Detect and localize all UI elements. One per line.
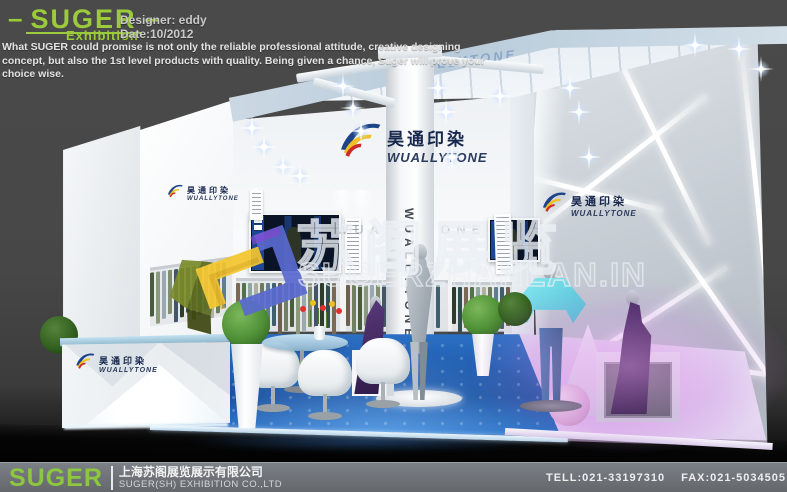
light-flare <box>726 36 752 62</box>
tel-label: TELL:021-33197310 <box>546 472 665 484</box>
light-flare <box>576 144 602 170</box>
footer-bar: SUGER 上海苏阁展览展示有限公司 SUGER(SH) EXHIBITION … <box>0 462 787 492</box>
light-flare <box>682 32 708 58</box>
ceiling-lights <box>0 0 787 492</box>
light-flare <box>348 118 374 144</box>
light-flare <box>487 83 513 109</box>
light-flare <box>251 134 277 160</box>
light-flare <box>566 99 592 125</box>
light-flare <box>270 154 296 180</box>
light-flare <box>433 99 459 125</box>
presentation-board: WUALLYTONE 昊通印染 WUALLYTONE <box>0 0 787 492</box>
light-flare <box>330 73 356 99</box>
light-flare <box>239 115 265 141</box>
fax-label: FAX:021-5034505 <box>681 472 786 484</box>
booth-render: WUALLYTONE 昊通印染 WUALLYTONE <box>0 0 787 492</box>
light-flare <box>340 95 366 121</box>
footer-contact: TELL:021-33197310 FAX:021-5034505 <box>546 472 786 484</box>
footer-company: 上海苏阁展览展示有限公司 SUGER(SH) EXHIBITION CO.,LT… <box>119 466 282 490</box>
light-flare <box>439 144 465 170</box>
footer-suger-logo: SUGER <box>9 465 103 491</box>
company-name-cn: 上海苏阁展览展示有限公司 <box>119 466 282 479</box>
light-flare <box>425 75 451 101</box>
light-flare <box>557 75 583 101</box>
light-flare <box>287 163 313 189</box>
light-flare <box>748 56 774 82</box>
company-name-en: SUGER(SH) EXHIBITION CO.,LTD <box>119 479 282 490</box>
footer-divider <box>111 466 113 490</box>
